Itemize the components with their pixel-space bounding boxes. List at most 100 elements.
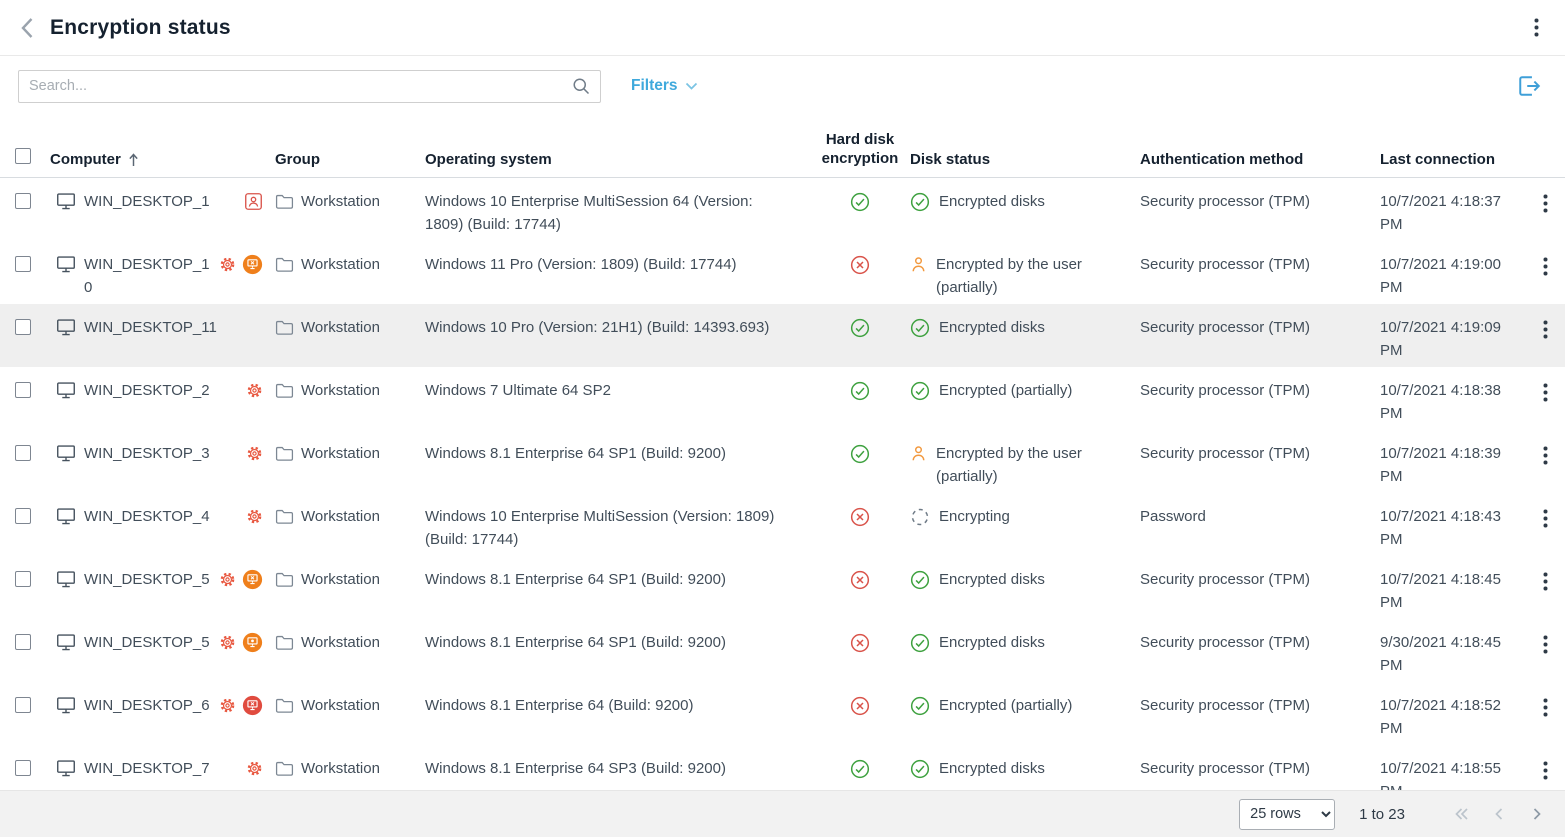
row-menu-button[interactable] bbox=[1537, 381, 1554, 404]
row-checkbox[interactable] bbox=[15, 193, 31, 209]
row-checkbox[interactable] bbox=[15, 319, 31, 335]
export-button[interactable] bbox=[1515, 72, 1543, 100]
select-all-checkbox[interactable] bbox=[15, 148, 31, 164]
group-name: Workstation bbox=[301, 190, 380, 213]
chevron-left-icon bbox=[1489, 804, 1509, 824]
row-menu-button[interactable] bbox=[1537, 633, 1554, 656]
check-circle-icon bbox=[850, 444, 870, 464]
chevron-down-icon bbox=[685, 82, 698, 91]
computer-name[interactable]: WIN_DESKTOP_6 bbox=[84, 694, 210, 717]
row-checkbox[interactable] bbox=[15, 508, 31, 524]
row-menu-button[interactable] bbox=[1537, 444, 1554, 467]
column-header-disk-status[interactable]: Disk status bbox=[910, 151, 1140, 168]
column-header-hard-disk-encryption[interactable]: Hard disk encryption bbox=[810, 130, 910, 168]
column-header-os[interactable]: Operating system bbox=[425, 151, 810, 168]
x-circle-icon bbox=[850, 633, 870, 653]
group-name: Workstation bbox=[301, 757, 380, 780]
row-checkbox[interactable] bbox=[15, 256, 31, 272]
gear-icon bbox=[219, 571, 236, 588]
row-menu-button[interactable] bbox=[1537, 507, 1554, 530]
row-checkbox[interactable] bbox=[15, 634, 31, 650]
gear-icon bbox=[246, 445, 263, 462]
computer-name[interactable]: WIN_DESKTOP_7 bbox=[84, 757, 210, 780]
monitor-icon bbox=[56, 318, 76, 339]
last-connection: 10/7/2021 4:18:39 PM bbox=[1380, 445, 1501, 485]
monitor-icon bbox=[56, 192, 76, 213]
row-menu-button[interactable] bbox=[1537, 570, 1554, 593]
row-checkbox[interactable] bbox=[15, 697, 31, 713]
monitor-icon bbox=[56, 696, 76, 717]
computer-name[interactable]: WIN_DESKTOP_10 bbox=[84, 253, 211, 299]
rows-per-page-select[interactable]: 25 rows bbox=[1239, 799, 1335, 830]
table-row: WIN_DESKTOP_2WorkstationWindows 7 Ultima… bbox=[0, 367, 1565, 430]
os-name: Windows 10 Enterprise MultiSession (Vers… bbox=[425, 508, 774, 548]
first-page-button[interactable] bbox=[1449, 802, 1473, 826]
table-row: WIN_DESKTOP_1WorkstationWindows 10 Enter… bbox=[0, 178, 1565, 241]
group-name: Workstation bbox=[301, 505, 380, 528]
row-menu-button[interactable] bbox=[1537, 759, 1554, 782]
row-menu-button[interactable] bbox=[1537, 318, 1554, 341]
export-icon bbox=[1515, 72, 1543, 100]
back-button[interactable] bbox=[20, 17, 34, 39]
table-row: WIN_DESKTOP_11WorkstationWindows 10 Pro … bbox=[0, 304, 1565, 367]
monitor-icon bbox=[56, 759, 76, 780]
monitor-icon bbox=[56, 633, 76, 654]
computer-name[interactable]: WIN_DESKTOP_5 bbox=[84, 631, 210, 654]
folder-icon bbox=[275, 256, 294, 276]
prev-page-button[interactable] bbox=[1487, 802, 1511, 826]
user-icon bbox=[910, 444, 927, 488]
os-name: Windows 8.1 Enterprise 64 SP1 (Build: 92… bbox=[425, 445, 726, 462]
computer-name[interactable]: WIN_DESKTOP_2 bbox=[84, 379, 210, 402]
filters-button[interactable]: Filters bbox=[631, 77, 698, 95]
search-icon[interactable] bbox=[571, 76, 592, 102]
double-chevron-left-icon bbox=[1451, 804, 1471, 824]
check-circle-icon bbox=[910, 570, 930, 591]
group-name: Workstation bbox=[301, 568, 380, 591]
folder-icon bbox=[275, 697, 294, 717]
gear-icon bbox=[246, 382, 263, 399]
row-menu-button[interactable] bbox=[1537, 192, 1554, 215]
auth-method: Security processor (TPM) bbox=[1140, 697, 1310, 714]
filters-label: Filters bbox=[631, 77, 678, 95]
monitor-icon bbox=[56, 570, 76, 591]
row-checkbox[interactable] bbox=[15, 571, 31, 587]
sort-ascending-icon[interactable] bbox=[128, 153, 139, 167]
computer-badges bbox=[211, 568, 263, 591]
page-menu-button[interactable] bbox=[1528, 16, 1545, 39]
kebab-icon bbox=[1543, 761, 1548, 780]
row-checkbox[interactable] bbox=[15, 760, 31, 776]
computer-name[interactable]: WIN_DESKTOP_4 bbox=[84, 505, 210, 528]
last-connection: 10/7/2021 4:19:00 PM bbox=[1380, 256, 1501, 296]
row-checkbox[interactable] bbox=[15, 445, 31, 461]
kebab-icon bbox=[1543, 446, 1548, 465]
monitor-icon bbox=[56, 444, 76, 465]
computer-name[interactable]: WIN_DESKTOP_3 bbox=[84, 442, 210, 465]
column-header-computer[interactable]: Computer bbox=[50, 151, 275, 168]
column-header-last-connection[interactable]: Last connection bbox=[1380, 151, 1525, 168]
auth-method: Security processor (TPM) bbox=[1140, 193, 1310, 210]
kebab-icon bbox=[1543, 383, 1548, 402]
x-circle-icon bbox=[850, 696, 870, 716]
row-checkbox[interactable] bbox=[15, 382, 31, 398]
x-circle-icon bbox=[850, 507, 870, 527]
row-menu-button[interactable] bbox=[1537, 255, 1554, 278]
computer-name[interactable]: WIN_DESKTOP_1 bbox=[84, 190, 210, 213]
pagination-range: 1 to 23 bbox=[1359, 806, 1405, 823]
auth-method: Security processor (TPM) bbox=[1140, 571, 1310, 588]
folder-icon bbox=[275, 193, 294, 213]
computer-badges bbox=[211, 694, 263, 717]
search-input[interactable] bbox=[18, 70, 601, 103]
folder-icon bbox=[275, 508, 294, 528]
table-row: WIN_DESKTOP_6WorkstationWindows 8.1 Ente… bbox=[0, 682, 1565, 745]
computer-name[interactable]: WIN_DESKTOP_5 bbox=[84, 568, 210, 591]
column-header-authentication-method[interactable]: Authentication method bbox=[1140, 151, 1380, 168]
next-page-button[interactable] bbox=[1525, 802, 1549, 826]
group-name: Workstation bbox=[301, 694, 380, 717]
computer-name[interactable]: WIN_DESKTOP_11 bbox=[84, 316, 217, 339]
column-header-group[interactable]: Group bbox=[275, 151, 425, 168]
computer-badges bbox=[255, 316, 263, 339]
row-menu-button[interactable] bbox=[1537, 696, 1554, 719]
last-connection: 10/7/2021 4:18:37 PM bbox=[1380, 193, 1501, 233]
table-row: WIN_DESKTOP_5WorkstationWindows 8.1 Ente… bbox=[0, 556, 1565, 619]
auth-method: Password bbox=[1140, 508, 1206, 525]
